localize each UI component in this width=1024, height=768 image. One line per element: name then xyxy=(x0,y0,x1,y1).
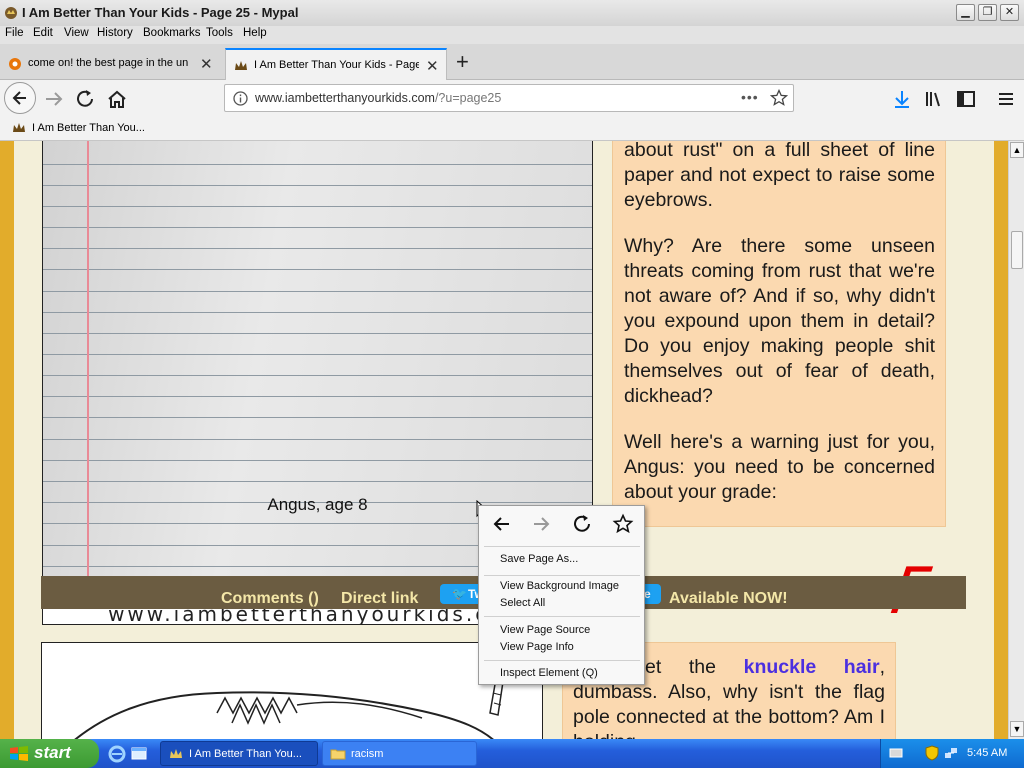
tab-label: I Am Better Than Your Kids - Page xyxy=(254,59,419,71)
new-tab-button[interactable]: + xyxy=(456,49,469,75)
url-bar[interactable]: www.iambetterthanyourkids.com/?u=page25 … xyxy=(224,84,794,112)
context-forward-icon[interactable] xyxy=(530,513,554,535)
start-button[interactable]: start xyxy=(0,739,99,768)
menu-select-all[interactable]: Select All xyxy=(500,597,545,609)
security-shield-icon[interactable] xyxy=(925,745,939,761)
menu-bookmarks[interactable]: Bookmarks xyxy=(143,27,201,39)
info-icon[interactable] xyxy=(233,91,248,106)
taskbar-button-label: I Am Better Than You... xyxy=(189,748,302,760)
show-desktop-icon[interactable] xyxy=(130,745,148,763)
start-label: start xyxy=(34,743,71,762)
tab-iambetter[interactable]: I Am Better Than Your Kids - Page ✕ xyxy=(225,48,447,80)
menu-bar: File Edit View History Bookmarks Tools H… xyxy=(0,26,1024,44)
tab-best-page[interactable]: come on! the best page in the uni ✕ xyxy=(0,48,222,80)
page-frame-right xyxy=(994,141,1008,739)
minimize-button[interactable]: ▁ xyxy=(956,4,975,21)
bookmarks-bar: I Am Better Than You... xyxy=(0,116,1024,141)
direct-link[interactable]: Direct link xyxy=(341,590,418,608)
menu-save-page-as[interactable]: Save Page As... xyxy=(500,553,578,565)
clock: 5:45 AM xyxy=(967,747,1008,759)
scroll-down-button[interactable]: ▼ xyxy=(1010,721,1024,737)
star-icon[interactable] xyxy=(770,89,788,107)
critique-paragraph: about rust" on a full sheet of line pape… xyxy=(624,141,935,211)
forward-button[interactable] xyxy=(42,88,66,110)
app-icon xyxy=(5,7,17,19)
restore-button[interactable]: ❐ xyxy=(978,4,997,21)
crown-favicon xyxy=(235,61,247,70)
page-scrollbar[interactable]: ▲ ▼ xyxy=(1008,141,1024,739)
download-icon[interactable] xyxy=(890,88,914,110)
menu-tools[interactable]: Tools xyxy=(206,27,233,39)
folder-icon xyxy=(330,749,346,760)
menu-view-background-image[interactable]: View Background Image xyxy=(500,580,619,592)
available-now-link[interactable]: Available NOW! xyxy=(669,590,788,608)
window-title: I Am Better Than Your Kids - Page 25 - M… xyxy=(22,5,299,20)
page-frame-left xyxy=(0,141,14,739)
drawing-sketch xyxy=(74,672,505,739)
menu-history[interactable]: History xyxy=(97,27,133,39)
context-back-icon[interactable] xyxy=(489,513,513,535)
back-arrow-icon xyxy=(12,91,26,105)
crown-favicon xyxy=(170,749,182,758)
close-tab-icon[interactable]: ✕ xyxy=(426,57,439,75)
taskbar-button-browser[interactable]: I Am Better Than You... xyxy=(160,741,318,766)
tab-label: come on! the best page in the uni xyxy=(28,57,188,69)
context-menu: Save Page As... View Background Image Se… xyxy=(478,505,645,685)
windows-logo-icon xyxy=(10,746,28,761)
window-titlebar[interactable]: I Am Better Than Your Kids - Page 25 - M… xyxy=(0,0,1024,26)
menu-view-page-info[interactable]: View Page Info xyxy=(500,641,574,653)
crown-favicon xyxy=(13,123,25,132)
scroll-thumb[interactable] xyxy=(1011,231,1023,269)
critique-box: about rust" on a full sheet of line pape… xyxy=(612,141,946,527)
menu-inspect-element[interactable]: Inspect Element (Q) xyxy=(500,667,598,679)
url-path: /?u=page25 xyxy=(434,91,502,105)
taskbar-button-label: racism xyxy=(351,748,384,760)
scroll-up-button[interactable]: ▲ xyxy=(1010,142,1024,158)
tab-strip: come on! the best page in the uni ✕ I Am… xyxy=(0,44,1024,80)
page-favicon xyxy=(9,58,21,70)
menu-edit[interactable]: Edit xyxy=(33,27,53,39)
menu-file[interactable]: File xyxy=(5,27,24,39)
network-icon[interactable] xyxy=(943,745,959,761)
menu-view-page-source[interactable]: View Page Source xyxy=(500,624,590,636)
url-host: www.iambetterthanyourkids.com xyxy=(255,91,435,105)
ie-icon[interactable] xyxy=(108,745,126,763)
menu-help[interactable]: Help xyxy=(243,27,267,39)
context-reload-icon[interactable] xyxy=(571,513,595,535)
close-tab-icon[interactable]: ✕ xyxy=(200,55,213,73)
critique-paragraph: Well here's a warning just for you, Angu… xyxy=(624,431,935,503)
context-bookmark-icon[interactable] xyxy=(611,513,635,535)
next-drawing-image xyxy=(41,642,543,739)
comments-link[interactable]: Comments () xyxy=(221,590,319,608)
bookmark-iambetter[interactable]: I Am Better Than You... xyxy=(32,122,145,134)
critique-paragraph: Why? Are there some unseen threats comin… xyxy=(624,235,935,407)
library-icon[interactable] xyxy=(922,88,946,110)
system-tray: 5:45 AM xyxy=(880,739,1024,768)
taskbar xyxy=(0,739,1024,768)
home-button[interactable] xyxy=(105,88,129,110)
hamburger-menu-icon[interactable] xyxy=(994,88,1018,110)
reload-button[interactable] xyxy=(74,88,98,110)
page-actions-button[interactable]: ••• xyxy=(741,89,759,105)
sidebar-icon[interactable] xyxy=(954,88,978,110)
knuckle-hair-link[interactable]: knuckle hair xyxy=(744,656,880,678)
back-button[interactable] xyxy=(4,82,36,114)
taskbar-button-folder[interactable]: racism xyxy=(322,741,477,766)
close-button[interactable]: ✕ xyxy=(1000,4,1019,21)
url-text[interactable]: www.iambetterthanyourkids.com/?u=page25 xyxy=(255,91,501,105)
menu-view[interactable]: View xyxy=(64,27,89,39)
keyboard-icon[interactable] xyxy=(889,747,903,759)
twitter-icon: 🐦 xyxy=(452,587,467,601)
